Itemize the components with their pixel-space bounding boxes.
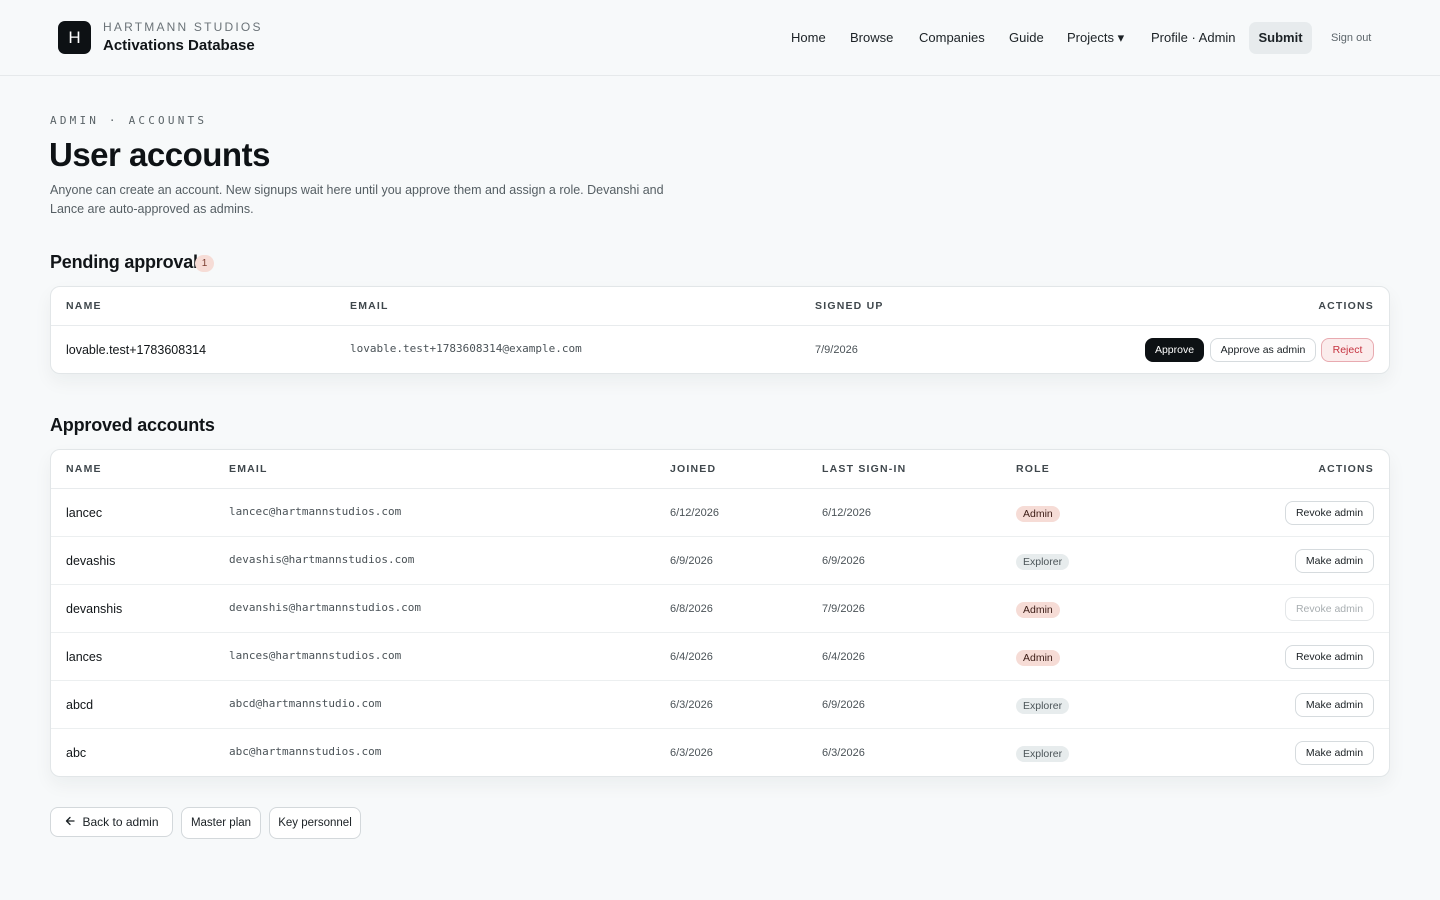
revoke-admin-button[interactable]: Revoke admin xyxy=(1285,501,1374,525)
role-badge: Admin xyxy=(1016,650,1060,666)
nav-companies[interactable]: Companies xyxy=(908,22,996,54)
role-badge: Admin xyxy=(1016,506,1060,522)
page-description: Anyone can create an account. New signup… xyxy=(50,183,664,216)
user-name: lances xyxy=(66,650,103,664)
user-name: lovable.test+1783608314 xyxy=(66,343,207,357)
make-admin-button[interactable]: Make admin xyxy=(1295,741,1374,765)
col-email: EMAIL xyxy=(350,300,389,312)
user-email: lances@hartmannstudios.com xyxy=(229,649,402,662)
last-signin-date: 6/3/2026 xyxy=(822,747,865,759)
pending-table: NAME EMAIL SIGNED UP ACTIONS lovable.tes… xyxy=(50,286,1390,374)
role-badge: Admin xyxy=(1016,602,1060,618)
signup-date: 7/9/2026 xyxy=(815,344,858,356)
joined-date: 6/9/2026 xyxy=(670,555,713,567)
col-last-signin: LAST SIGN-IN xyxy=(822,463,907,475)
pending-count-badge: 1 xyxy=(195,255,214,272)
top-header: H HARTMANN STUDIOS Activations Database … xyxy=(0,0,1440,76)
last-signin-date: 7/9/2026 xyxy=(822,603,865,615)
arrow-left-icon xyxy=(64,809,76,837)
col-joined: JOINED xyxy=(670,463,717,475)
pending-row: lovable.test+1783608314 lovable.test+178… xyxy=(51,326,1389,373)
col-signed-up: SIGNED UP xyxy=(815,300,884,312)
approve-button[interactable]: Approve xyxy=(1145,338,1204,362)
col-email: EMAIL xyxy=(229,463,268,475)
col-name: NAME xyxy=(66,300,102,312)
last-signin-date: 6/4/2026 xyxy=(822,651,865,663)
revoke-admin-button-disabled: Revoke admin xyxy=(1285,597,1374,621)
nav-home[interactable]: Home xyxy=(780,22,837,54)
back-to-admin-label: Back to admin xyxy=(82,815,159,829)
table-row: lances lances@hartmannstudios.com 6/4/20… xyxy=(51,633,1389,681)
signout-button[interactable]: Sign out xyxy=(1320,22,1382,54)
page-title: User accounts xyxy=(49,136,270,173)
last-signin-date: 6/9/2026 xyxy=(822,699,865,711)
back-to-admin-button[interactable]: Back to admin xyxy=(50,807,173,837)
user-name: abc xyxy=(66,746,87,760)
joined-date: 6/12/2026 xyxy=(670,507,719,519)
table-row: lancec lancec@hartmannstudios.com 6/12/2… xyxy=(51,489,1389,537)
approved-table-header: NAME EMAIL JOINED LAST SIGN-IN ROLE ACTI… xyxy=(51,450,1389,489)
table-row: devanshis devanshis@hartmannstudios.com … xyxy=(51,585,1389,633)
user-email: devashis@hartmannstudios.com xyxy=(229,553,415,566)
pending-section-title: Pending approval xyxy=(50,252,198,272)
nav-profile[interactable]: Profile · Admin xyxy=(1140,22,1247,54)
nav-projects-dropdown[interactable]: Projects ▾ xyxy=(1056,22,1135,54)
page-eyebrow: ADMIN · ACCOUNTS xyxy=(50,114,208,127)
user-name: devanshis xyxy=(66,602,123,616)
col-role: ROLE xyxy=(1016,463,1050,475)
key-personnel-button[interactable]: Key personnel xyxy=(269,807,361,839)
user-email: lovable.test+1783608314@example.com xyxy=(350,342,582,355)
revoke-admin-button[interactable]: Revoke admin xyxy=(1285,645,1374,669)
joined-date: 6/3/2026 xyxy=(670,699,713,711)
col-name: NAME xyxy=(66,463,102,475)
last-signin-date: 6/9/2026 xyxy=(822,555,865,567)
master-plan-button[interactable]: Master plan xyxy=(181,807,261,839)
user-name: lancec xyxy=(66,506,103,520)
user-name: abcd xyxy=(66,698,94,712)
nav-submit[interactable]: Submit xyxy=(1249,22,1312,54)
last-signin-date: 6/12/2026 xyxy=(822,507,871,519)
role-badge: Explorer xyxy=(1016,698,1070,714)
main-nav: Home Browse Companies Guide Projects ▾ P… xyxy=(0,22,1440,54)
user-email: abcd@hartmannstudio.com xyxy=(229,697,382,710)
pending-table-header: NAME EMAIL SIGNED UP ACTIONS xyxy=(51,287,1389,326)
table-row: devashis devashis@hartmannstudios.com 6/… xyxy=(51,537,1389,585)
table-row: abcd abcd@hartmannstudio.com 6/3/2026 6/… xyxy=(51,681,1389,729)
make-admin-button[interactable]: Make admin xyxy=(1295,549,1374,573)
user-email: abc@hartmannstudios.com xyxy=(229,745,382,758)
approved-table: NAME EMAIL JOINED LAST SIGN-IN ROLE ACTI… xyxy=(50,449,1390,777)
user-email: devanshis@hartmannstudios.com xyxy=(229,601,422,614)
col-actions: ACTIONS xyxy=(1318,300,1374,312)
joined-date: 6/8/2026 xyxy=(670,603,713,615)
nav-guide[interactable]: Guide xyxy=(998,22,1055,54)
role-badge: Explorer xyxy=(1016,554,1070,570)
joined-date: 6/3/2026 xyxy=(670,747,713,759)
reject-button[interactable]: Reject xyxy=(1321,338,1374,362)
make-admin-button[interactable]: Make admin xyxy=(1295,693,1374,717)
approve-as-admin-button[interactable]: Approve as admin xyxy=(1210,338,1316,362)
user-email: lancec@hartmannstudios.com xyxy=(229,505,402,518)
user-name: devashis xyxy=(66,554,116,568)
approved-section-title: Approved accounts xyxy=(50,415,215,435)
joined-date: 6/4/2026 xyxy=(670,651,713,663)
nav-browse[interactable]: Browse xyxy=(839,22,904,54)
col-actions: ACTIONS xyxy=(1318,463,1374,475)
table-row: abc abc@hartmannstudios.com 6/3/2026 6/3… xyxy=(51,729,1389,776)
role-badge: Explorer xyxy=(1016,746,1070,762)
